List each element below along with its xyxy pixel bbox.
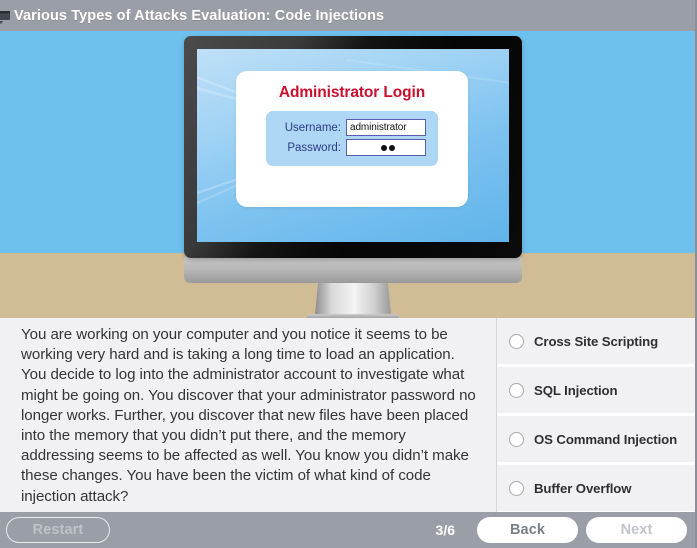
illustration-stage: Administrator Login Username: administra… (0, 31, 695, 318)
radio-button-icon[interactable] (509, 431, 524, 447)
app-window-icon (0, 8, 12, 24)
restart-button[interactable]: Restart (6, 517, 110, 543)
answer-option-label: OS Command Injection (534, 431, 678, 447)
monitor-screen: Administrator Login Username: administra… (197, 49, 509, 242)
radio-button-icon[interactable] (509, 480, 524, 496)
navigation-bar: Restart 3/6 Back Next (0, 512, 695, 548)
answer-options-list: Cross Site Scripting SQL Injection OS Co… (497, 318, 695, 512)
answer-option-label: SQL Injection (534, 382, 618, 398)
answer-option-os-command-injection[interactable]: OS Command Injection (497, 416, 695, 462)
window-titlebar: Various Types of Attacks Evaluation: Cod… (0, 0, 695, 31)
login-dialog-title: Administrator Login (278, 84, 426, 101)
answer-option-label: Buffer Overflow (534, 480, 632, 496)
monitor-chin (184, 257, 522, 283)
administrator-login-dialog: Administrator Login Username: administra… (236, 71, 468, 207)
password-masked-dots (380, 144, 395, 151)
username-input[interactable]: administrator (346, 119, 426, 136)
answer-option-buffer-overflow[interactable]: Buffer Overflow (497, 465, 695, 511)
next-button: Next (586, 517, 687, 543)
monitor-base (307, 314, 399, 318)
password-field-row: Password: (278, 139, 438, 156)
answer-option-label: Cross Site Scripting (534, 333, 659, 349)
login-field-group: Username: administrator Password: (266, 111, 438, 166)
quiz-window: Various Types of Attacks Evaluation: Cod… (0, 0, 697, 548)
window-title: Various Types of Attacks Evaluation: Cod… (14, 7, 385, 24)
radio-button-icon[interactable] (509, 333, 524, 349)
content-row: You are working on your computer and you… (0, 318, 695, 512)
username-input-value: administrator (350, 122, 407, 133)
answer-option-cross-site-scripting[interactable]: Cross Site Scripting (497, 318, 695, 364)
radio-button-icon[interactable] (509, 382, 524, 398)
computer-monitor-icon: Administrator Login Username: administra… (184, 36, 522, 318)
password-label: Password: (287, 141, 341, 154)
monitor-stand (315, 283, 391, 314)
question-panel: You are working on your computer and you… (0, 318, 497, 512)
answer-option-sql-injection[interactable]: SQL Injection (497, 367, 695, 413)
question-text: You are working on your computer and you… (21, 326, 476, 505)
page-counter: 3/6 (435, 522, 455, 538)
back-button[interactable]: Back (477, 517, 578, 543)
username-field-row: Username: administrator (278, 119, 438, 136)
username-label: Username: (284, 121, 341, 134)
password-input[interactable] (346, 139, 426, 156)
monitor-bezel: Administrator Login Username: administra… (184, 36, 522, 258)
